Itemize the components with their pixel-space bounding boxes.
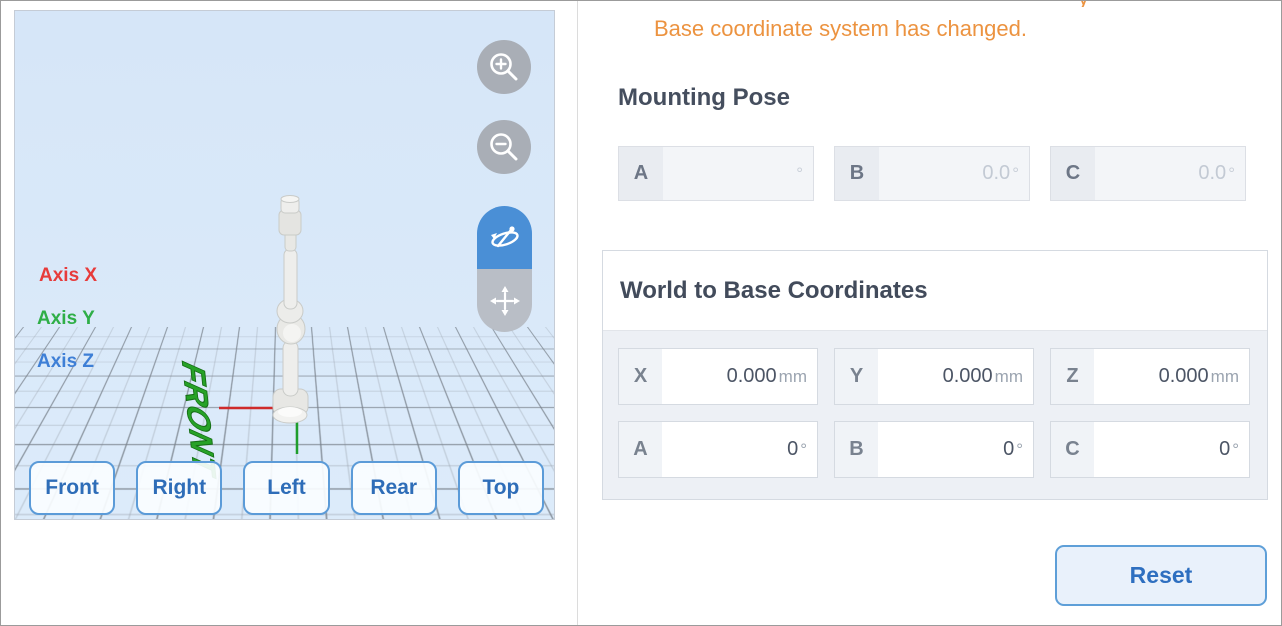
vertical-divider	[577, 0, 578, 626]
field-value: 0	[1219, 438, 1230, 461]
view-top-button[interactable]: Top	[458, 461, 544, 515]
view-rear-button[interactable]: Rear	[351, 461, 437, 515]
rotate-orbit-icon	[485, 219, 525, 257]
world-c-field[interactable]: C 0°	[1050, 421, 1250, 478]
panel-header: World to Base Coordinates	[603, 251, 1267, 331]
orbit-pan-toggle	[477, 206, 532, 332]
abc-field-row: A 0° B 0° C 0°	[618, 421, 1252, 478]
mounting-b-field[interactable]: B 0.0°	[834, 146, 1030, 201]
xyz-field-row: X 0.000mm Y 0.000mm Z 0.000mm	[618, 348, 1252, 405]
zoom-in-button[interactable]	[477, 40, 531, 94]
view-front-button[interactable]: Front	[29, 461, 115, 515]
axis-y-label: Axis Y	[37, 308, 95, 330]
field-value: 0.0	[982, 162, 1010, 185]
world-y-field[interactable]: Y 0.000mm	[834, 348, 1034, 405]
field-label: A	[619, 147, 663, 200]
world-to-base-panel: World to Base Coordinates X 0.000mm Y 0.…	[602, 250, 1268, 500]
view-right-button[interactable]: Right	[136, 461, 222, 515]
pan-mode-button[interactable]	[477, 269, 532, 332]
axis-x-label: Axis X	[39, 265, 97, 287]
rotate-mode-button[interactable]	[477, 206, 532, 269]
world-z-field[interactable]: Z 0.000mm	[1050, 348, 1250, 405]
base-changed-notice: Base coordinate system has changed.	[654, 16, 1027, 42]
field-label: X	[619, 349, 662, 404]
mounting-pose-fields: A ° B 0.0° C 0.0°	[618, 146, 1246, 201]
world-x-field[interactable]: X 0.000mm	[618, 348, 818, 405]
view-left-button[interactable]: Left	[243, 461, 329, 515]
mounting-a-field[interactable]: A °	[618, 146, 814, 201]
world-to-base-title: World to Base Coordinates	[620, 277, 928, 305]
field-unit: °	[1228, 164, 1235, 184]
field-label: B	[835, 147, 879, 200]
field-unit: mm	[995, 367, 1023, 387]
field-value: 0.000	[943, 365, 993, 388]
clipped-notice-line: y	[1078, 0, 1089, 7]
field-value: 0.0	[1198, 162, 1226, 185]
zoom-out-icon	[487, 130, 521, 164]
robot-arm-model	[273, 196, 308, 424]
axis-z-label: Axis Z	[37, 351, 94, 373]
reset-button[interactable]: Reset	[1055, 545, 1267, 606]
panel-body: X 0.000mm Y 0.000mm Z 0.000mm A 0° B 0°	[603, 331, 1267, 499]
field-unit: mm	[1211, 367, 1239, 387]
field-label: B	[835, 422, 878, 477]
field-unit: mm	[779, 367, 807, 387]
zoom-out-button[interactable]	[477, 120, 531, 174]
field-label: Y	[835, 349, 878, 404]
field-unit: °	[796, 164, 803, 184]
field-value: 0.000	[727, 365, 777, 388]
world-a-field[interactable]: A 0°	[618, 421, 818, 478]
field-label: C	[1051, 147, 1095, 200]
field-value: 0	[787, 438, 798, 461]
field-unit: °	[1012, 164, 1019, 184]
field-unit: °	[800, 440, 807, 460]
field-label: C	[1051, 422, 1094, 477]
field-value: 0	[1003, 438, 1014, 461]
world-b-field[interactable]: B 0°	[834, 421, 1034, 478]
pan-arrows-icon	[485, 281, 525, 321]
mounting-c-field[interactable]: C 0.0°	[1050, 146, 1246, 201]
view-buttons-bar: Front Right Left Rear Top	[29, 461, 544, 515]
field-unit: °	[1232, 440, 1239, 460]
field-label: Z	[1051, 349, 1094, 404]
zoom-in-icon	[487, 50, 521, 84]
robot-3d-viewport[interactable]: FRONT Axis X Axis Y Axis Z	[14, 10, 555, 520]
mounting-pose-title: Mounting Pose	[618, 84, 790, 112]
field-value: 0.000	[1159, 365, 1209, 388]
field-unit: °	[1016, 440, 1023, 460]
field-label: A	[619, 422, 662, 477]
